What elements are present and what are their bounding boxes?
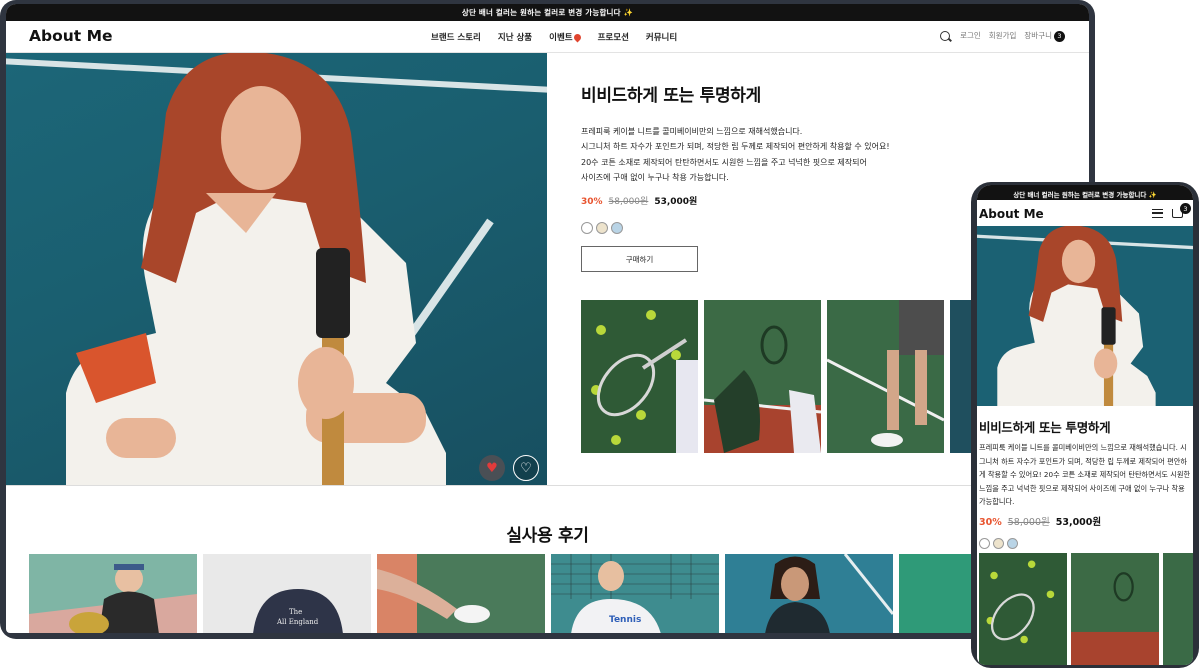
review-image	[29, 554, 197, 633]
mobile-original-price: 58,000원	[1007, 516, 1050, 528]
reviews-title: 실사용 후기	[506, 526, 589, 546]
event-pin-icon	[572, 32, 583, 42]
review-photo-1[interactable]	[29, 554, 197, 633]
swatch-white[interactable]	[979, 537, 990, 549]
site-header: About Me 브랜드 스토리 지난 상품 이벤트 프로모션 커뮤니티 로그인…	[6, 21, 1089, 53]
mobile-top-banner: 상단 배너 컬러는 원하는 컬러로 변경 가능합니다 ✨	[977, 185, 1193, 200]
nav-item-promotion[interactable]: 프로모션	[598, 31, 629, 43]
cart-count-badge: 3	[1054, 30, 1065, 42]
main-nav: 브랜드 스토리 지난 상품 이벤트 프로모션 커뮤니티	[431, 31, 677, 43]
mobile-price-row: 30% 58,000원 53,000원	[979, 514, 1191, 528]
description-line: 프레피룩 케이블 니트를 콜미베이비만의 느낌으로 재해석했습니다.	[581, 127, 803, 136]
mobile-sale-price: 53,000원	[1055, 516, 1102, 528]
heart-filled-icon: ♥	[486, 460, 498, 476]
top-banner: 상단 배너 컬러는 원하는 컬러로 변경 가능합니다 ✨	[6, 4, 1089, 21]
search-icon[interactable]	[940, 30, 951, 41]
mobile-cart-badge: 3	[1180, 203, 1191, 214]
desktop-device-frame: 상단 배너 컬러는 원하는 컬러로 변경 가능합니다 ✨ About Me 브랜…	[0, 0, 1095, 639]
review-image	[377, 554, 545, 633]
product-description: 프레피룩 케이블 니트를 콜미베이비만의 느낌으로 재해석했습니다. 시그니처 …	[581, 124, 1061, 185]
review-image: Tennis	[551, 554, 719, 633]
mobile-screen: 상단 배너 컬러는 원하는 컬러로 변경 가능합니다 ✨ About Me 3	[977, 185, 1193, 665]
mobile-banner-text: 상단 배너 컬러는 원하는 컬러로 변경 가능합니다 ✨	[1013, 190, 1157, 199]
svg-text:The: The	[289, 608, 302, 616]
header-utilities: 로그인 회원가입 장바구니 3	[940, 30, 1065, 42]
mobile-device-frame: 상단 배너 컬러는 원하는 컬러로 변경 가능합니다 ✨ About Me 3	[971, 182, 1199, 668]
nav-item-community[interactable]: 커뮤니티	[646, 31, 677, 43]
shadow-photo	[704, 300, 821, 453]
sale-price: 53,000원	[654, 197, 698, 208]
mobile-thumb-extra[interactable]	[1163, 553, 1193, 665]
heart-outline-icon: ♡	[520, 460, 532, 476]
racket-photo	[979, 553, 1067, 665]
mobile-tennis-player-photo	[977, 226, 1193, 406]
swatch-sky-blue[interactable]	[1007, 537, 1018, 549]
review-photo-3[interactable]	[377, 554, 545, 633]
signup-link[interactable]: 회원가입	[989, 30, 1017, 41]
thumb-racket-balls[interactable]	[581, 300, 698, 453]
racket-photo	[581, 300, 698, 453]
review-photo-4[interactable]: Tennis	[551, 554, 719, 633]
mobile-product-description: 프레피룩 케이블 니트를 콜미베이비만의 느낌으로 재해석했습니다. 시그니처 …	[979, 443, 1191, 506]
showcase-stage: 상단 배너 컬러는 원하는 컬러로 변경 가능합니다 ✨ About Me 브랜…	[0, 0, 1199, 668]
swatch-beige[interactable]	[993, 537, 1004, 549]
svg-text:Tennis: Tennis	[609, 615, 641, 625]
shadow-photo	[1071, 553, 1159, 665]
review-image	[899, 554, 979, 633]
nav-item-past-products[interactable]: 지난 상품	[498, 31, 532, 43]
discount-rate: 30%	[581, 197, 603, 208]
review-image	[725, 554, 893, 633]
legs-photo	[827, 300, 944, 453]
wishlist-button[interactable]: ♥	[479, 455, 505, 481]
review-photo-6[interactable]	[899, 554, 979, 633]
thumb-legs-court[interactable]	[827, 300, 944, 453]
hero-image: ♥ ♡	[6, 53, 547, 485]
thumb-shadow-racket[interactable]	[704, 300, 821, 453]
description-line: 시그니처 하트 자수가 포인트가 되며, 적당한 립 두께로 제작되어 편안하게…	[581, 142, 890, 152]
original-price: 58,000원	[608, 197, 649, 208]
tennis-player-photo	[66, 53, 446, 485]
review-photo-2[interactable]: The All England	[203, 554, 371, 633]
nav-item-brand-story[interactable]: 브랜드 스토리	[431, 31, 481, 43]
mobile-detail-thumbnails	[979, 553, 1193, 665]
swatch-sky-blue[interactable]	[611, 222, 623, 235]
nav-label: 지난 상품	[497, 33, 533, 43]
nav-label: 브랜드 스토리	[431, 33, 481, 43]
cart-label: 장바구니	[1024, 31, 1052, 40]
mobile-discount-rate: 30%	[979, 516, 1002, 528]
mobile-product-title: 비비드하게 또는 투명하게	[979, 420, 1111, 435]
mobile-header: About Me 3	[977, 200, 1193, 226]
buy-button[interactable]: 구매하기	[581, 246, 698, 273]
like-button[interactable]: ♡	[513, 455, 539, 481]
review-image: The All England	[203, 554, 371, 633]
mobile-logo[interactable]: About Me	[979, 207, 1044, 221]
desktop-screen: 상단 배너 컬러는 원하는 컬러로 변경 가능합니다 ✨ About Me 브랜…	[6, 4, 1089, 633]
description-line: 20수 코튼 소재로 제작되어 탄탄하면서도 시원한 느낌을 주고 넉넉한 핏으…	[581, 157, 867, 167]
mobile-color-swatches	[979, 537, 1191, 549]
nav-item-event[interactable]: 이벤트	[549, 31, 583, 43]
mobile-thumb-shadow[interactable]	[1071, 553, 1159, 665]
mobile-thumb-racket[interactable]	[979, 553, 1067, 665]
swatch-white[interactable]	[581, 222, 593, 235]
top-banner-text: 상단 배너 컬러는 원하는 컬러로 변경 가능합니다 ✨	[461, 8, 634, 17]
nav-label: 프로모션	[597, 33, 629, 43]
reviews-gallery: The All England Tennis	[29, 554, 979, 633]
swatch-beige[interactable]	[596, 222, 608, 235]
site-logo[interactable]: About Me	[29, 27, 113, 45]
review-photo-5[interactable]	[725, 554, 893, 633]
cart-link[interactable]: 장바구니 3	[1024, 30, 1065, 42]
mobile-product-info: 비비드하게 또는 투명하게 프레피룩 케이블 니트를 콜미베이비만의 느낌으로 …	[979, 417, 1191, 549]
section-divider	[6, 485, 1089, 486]
menu-icon[interactable]	[1152, 209, 1163, 218]
nav-label: 커뮤니티	[645, 33, 678, 43]
product-title: 비비드하게 또는 투명하게	[581, 86, 761, 106]
nav-label: 이벤트	[549, 33, 573, 43]
mobile-hero-image	[977, 226, 1193, 406]
svg-text:All England: All England	[276, 618, 319, 626]
login-link[interactable]: 로그인	[960, 30, 981, 41]
court-photo	[1163, 553, 1193, 665]
